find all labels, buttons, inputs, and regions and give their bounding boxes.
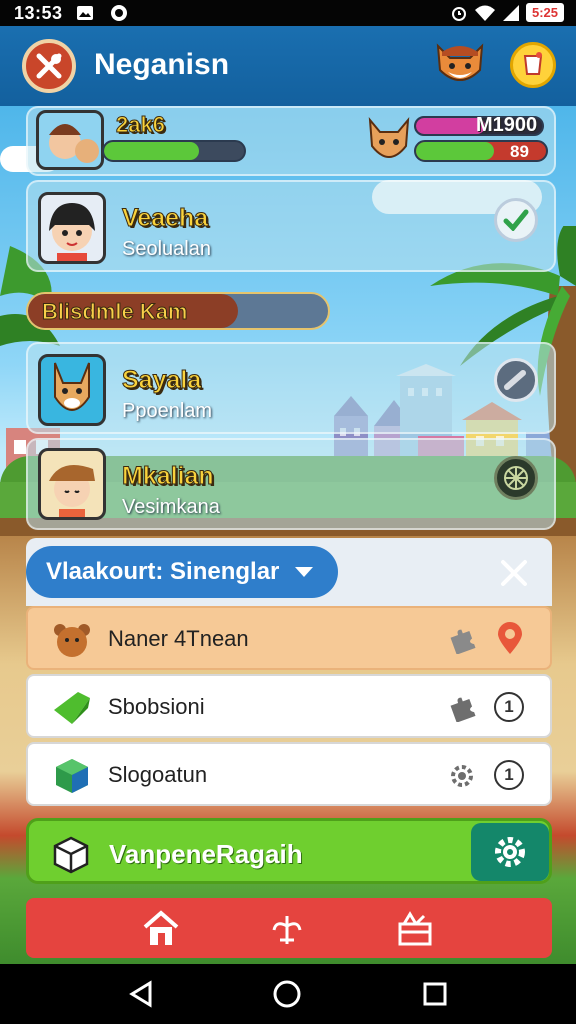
banner-bar: Blisdmle Kam <box>26 292 330 330</box>
chevron-down-icon <box>295 567 314 577</box>
player-subtitle: Ppoenlam <box>122 400 213 422</box>
banner-label: Blisdmle Kam <box>42 299 188 325</box>
close-icon <box>501 560 527 586</box>
wifi-icon <box>474 5 495 21</box>
check-icon <box>503 209 529 231</box>
girl-cat-avatar <box>36 110 104 170</box>
bottom-bar <box>26 898 552 958</box>
app-bar: Neganisn <box>0 26 576 106</box>
kangaroo-avatar <box>38 354 106 426</box>
telescope-icon <box>504 370 526 390</box>
health-fill <box>416 142 494 160</box>
signal-icon <box>502 4 519 21</box>
recents-icon[interactable] <box>420 979 450 1009</box>
menu-tools-icon <box>36 53 62 79</box>
count-badge[interactable]: 1 <box>494 692 524 722</box>
girl-dark-hair-avatar <box>38 192 106 264</box>
cup-icon <box>523 52 543 75</box>
gear-icon <box>495 837 525 867</box>
green-arrow-icon <box>54 692 90 724</box>
progress-bar <box>102 140 246 162</box>
player-name: Veaeha <box>121 204 209 233</box>
puzzle-icon[interactable] <box>448 694 476 722</box>
list-item-label: Slogoatun <box>108 762 208 787</box>
player-name: Sayala <box>121 366 202 395</box>
energy-fill <box>416 118 486 134</box>
sync-icon <box>111 5 127 21</box>
cube-icon <box>53 836 89 874</box>
count-badge[interactable]: 1 <box>494 760 524 790</box>
gear-icon[interactable] <box>448 762 476 790</box>
sprout-button[interactable] <box>266 908 308 948</box>
home-button[interactable] <box>140 908 182 948</box>
telescope-button[interactable] <box>494 358 538 402</box>
category-dropdown[interactable]: Vlaakourt: Sinenglar <box>26 546 338 598</box>
player-card[interactable]: Sayala Ppoenlam <box>26 342 556 434</box>
close-button[interactable] <box>488 548 540 598</box>
puzzle-icon[interactable] <box>448 626 476 654</box>
opponent-score: M1900 <box>476 114 538 136</box>
compass-button[interactable] <box>494 456 538 500</box>
pin-icon[interactable] <box>494 622 526 656</box>
fox-avatar <box>368 116 410 158</box>
settings-button[interactable] <box>471 823 549 881</box>
list-item-label: Naner 4Tnean <box>108 626 249 651</box>
home-circle-icon[interactable] <box>272 979 302 1009</box>
back-icon[interactable] <box>126 979 156 1009</box>
green-cube-icon <box>56 759 88 793</box>
alarm-icon <box>451 6 466 21</box>
player-name: Mkalian <box>122 462 215 491</box>
cup-button[interactable] <box>510 42 556 88</box>
status-check-button[interactable] <box>494 198 538 242</box>
boy-brown-hair-avatar <box>38 448 106 520</box>
app-title: Neganisn <box>94 48 230 81</box>
compass-icon <box>504 466 528 490</box>
menu-button[interactable] <box>22 39 76 93</box>
dropdown-selected: Vlaakourt: Sinenglar <box>46 558 280 585</box>
player-card[interactable]: Mkalian Vesimkana <box>26 438 556 530</box>
sprout-icon <box>272 916 302 944</box>
opponent-subscore: 89 <box>510 142 529 161</box>
image-icon <box>77 6 93 20</box>
bear-icon <box>54 624 90 657</box>
player-subtitle: Vesimkana <box>122 496 220 518</box>
home-icon <box>143 910 179 945</box>
status-time: 13:53 <box>14 3 63 23</box>
list-item[interactable]: Sbobsioni 1 <box>26 674 552 738</box>
player-subtitle: Seolualan <box>122 238 211 260</box>
battery-icon: 5:25 <box>525 3 564 22</box>
gift-button[interactable] <box>394 908 436 948</box>
player-card[interactable]: 2ak6 M1900 89 <box>26 106 556 176</box>
player-card[interactable]: Veaeha Seolualan <box>26 180 556 272</box>
list-item-label: Sbobsioni <box>108 694 205 719</box>
action-label: VanpeneRagaih <box>109 839 303 869</box>
list-item[interactable]: Naner 4Tnean <box>26 606 552 670</box>
progress-fill <box>104 142 200 160</box>
action-button[interactable]: VanpeneRagaih <box>26 818 552 884</box>
gift-icon <box>398 911 432 946</box>
fox-avatar-icon[interactable] <box>432 40 488 92</box>
system-nav-bar <box>0 964 576 1024</box>
player-name: 2ak6 <box>116 112 166 138</box>
list-item[interactable]: Slogoatun 1 <box>26 742 552 806</box>
status-bar: 13:53 5:25 <box>0 0 576 26</box>
